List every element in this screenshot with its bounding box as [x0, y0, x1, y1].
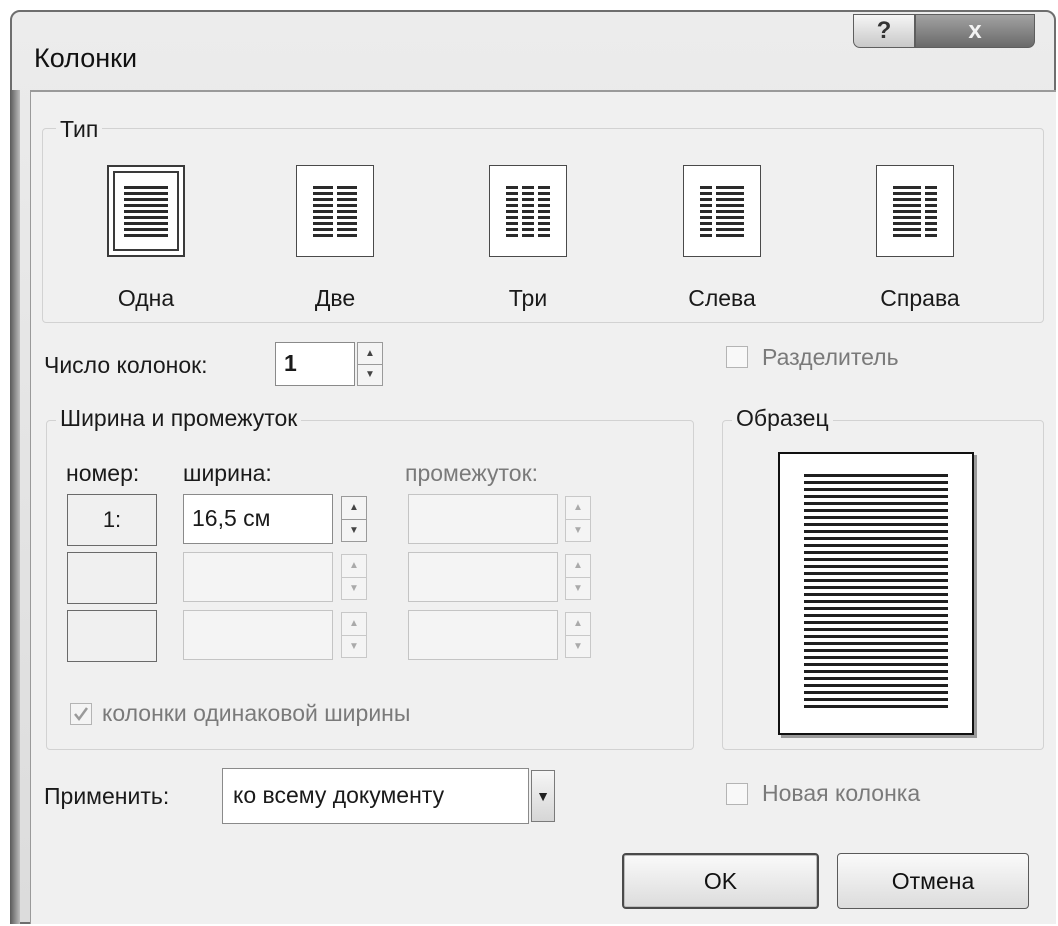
spin-down-icon[interactable]: ▼ [342, 576, 366, 600]
apply-dropdown-button[interactable]: ▼ [531, 770, 555, 822]
type-two-label[interactable]: Две [285, 285, 385, 312]
width-spinner-2[interactable]: ▲ ▼ [341, 554, 367, 600]
type-three-button[interactable] [489, 165, 567, 257]
spin-up-icon[interactable]: ▲ [342, 555, 366, 577]
preview-lines-icon [804, 474, 948, 708]
spacing-spinner-3[interactable]: ▲ ▼ [565, 612, 591, 658]
spin-down-icon[interactable]: ▼ [342, 518, 366, 542]
width-input-3[interactable] [183, 610, 333, 660]
window-left-edge [10, 90, 20, 924]
spacing-spinner-1[interactable]: ▲ ▼ [565, 496, 591, 542]
spin-down-icon[interactable]: ▼ [566, 518, 590, 542]
spin-down-icon[interactable]: ▼ [358, 363, 382, 386]
two-columns-icon [313, 186, 357, 237]
spacing-spinner-2[interactable]: ▲ ▼ [565, 554, 591, 600]
width-input-2[interactable] [183, 552, 333, 602]
divider-checkbox[interactable] [726, 346, 748, 368]
num-columns-spinner[interactable]: ▲ ▼ [357, 342, 383, 386]
header-number: номер: [66, 460, 140, 486]
width-value-1: 16,5 см [192, 505, 271, 531]
column-number-3 [67, 610, 157, 662]
three-columns-icon [506, 186, 550, 237]
new-column-label[interactable]: Новая колонка [762, 780, 920, 807]
one-column-icon [124, 186, 168, 237]
cancel-button[interactable]: Отмена [837, 853, 1029, 909]
help-icon: ? [876, 17, 892, 44]
chevron-down-icon: ▼ [536, 788, 550, 804]
type-one-button[interactable] [107, 165, 185, 257]
num-columns-value: 1 [284, 350, 297, 376]
divider-label[interactable]: Разделитель [762, 344, 899, 371]
apply-value: ко всему документу [233, 782, 445, 808]
apply-select[interactable]: ко всему документу [222, 768, 529, 824]
preview-page [778, 452, 974, 735]
spacing-input-1[interactable] [408, 494, 558, 544]
header-spacing: промежуток: [405, 460, 539, 486]
column-number-1: 1: [67, 494, 157, 546]
spin-up-icon[interactable]: ▲ [566, 497, 590, 519]
spin-up-icon[interactable]: ▲ [566, 613, 590, 635]
left-column-icon [700, 186, 744, 237]
type-left-button[interactable] [683, 165, 761, 257]
spacing-input-3[interactable] [408, 610, 558, 660]
type-right-button[interactable] [876, 165, 954, 257]
type-group-legend: Тип [56, 116, 103, 143]
spin-up-icon[interactable]: ▲ [358, 343, 382, 364]
column-number-2 [67, 552, 157, 604]
new-column-checkbox[interactable] [726, 783, 748, 805]
right-column-icon [893, 186, 937, 237]
window-title: Колонки [34, 43, 138, 73]
checkmark-icon [74, 707, 89, 722]
width-spinner-1[interactable]: ▲ ▼ [341, 496, 367, 542]
type-three-label[interactable]: Три [478, 285, 578, 312]
close-button[interactable]: x [915, 14, 1035, 48]
help-button[interactable]: ? [853, 14, 915, 48]
spin-up-icon[interactable]: ▲ [566, 555, 590, 577]
width-spinner-3[interactable]: ▲ ▼ [341, 612, 367, 658]
spin-down-icon[interactable]: ▼ [342, 634, 366, 658]
width-input-1[interactable]: 16,5 см [183, 494, 333, 544]
spin-down-icon[interactable]: ▼ [566, 576, 590, 600]
type-right-label[interactable]: Справа [865, 285, 975, 312]
spin-up-icon[interactable]: ▲ [342, 497, 366, 519]
apply-label: Применить: [44, 783, 170, 809]
equal-width-checkbox[interactable] [70, 703, 92, 725]
type-two-button[interactable] [296, 165, 374, 257]
width-spacing-legend: Ширина и промежуток [56, 405, 302, 432]
preview-legend: Образец [732, 405, 833, 432]
equal-width-label[interactable]: колонки одинаковой ширины [102, 700, 410, 727]
header-width: ширина: [183, 460, 272, 486]
num-columns-label: Число колонок: [44, 352, 208, 378]
ok-button[interactable]: OK [622, 853, 819, 909]
spacing-input-2[interactable] [408, 552, 558, 602]
spin-up-icon[interactable]: ▲ [342, 613, 366, 635]
type-left-label[interactable]: Слева [667, 285, 777, 312]
spin-down-icon[interactable]: ▼ [566, 634, 590, 658]
type-one-label[interactable]: Одна [96, 285, 196, 312]
close-icon: x [968, 17, 982, 44]
num-columns-input[interactable]: 1 [275, 342, 355, 386]
